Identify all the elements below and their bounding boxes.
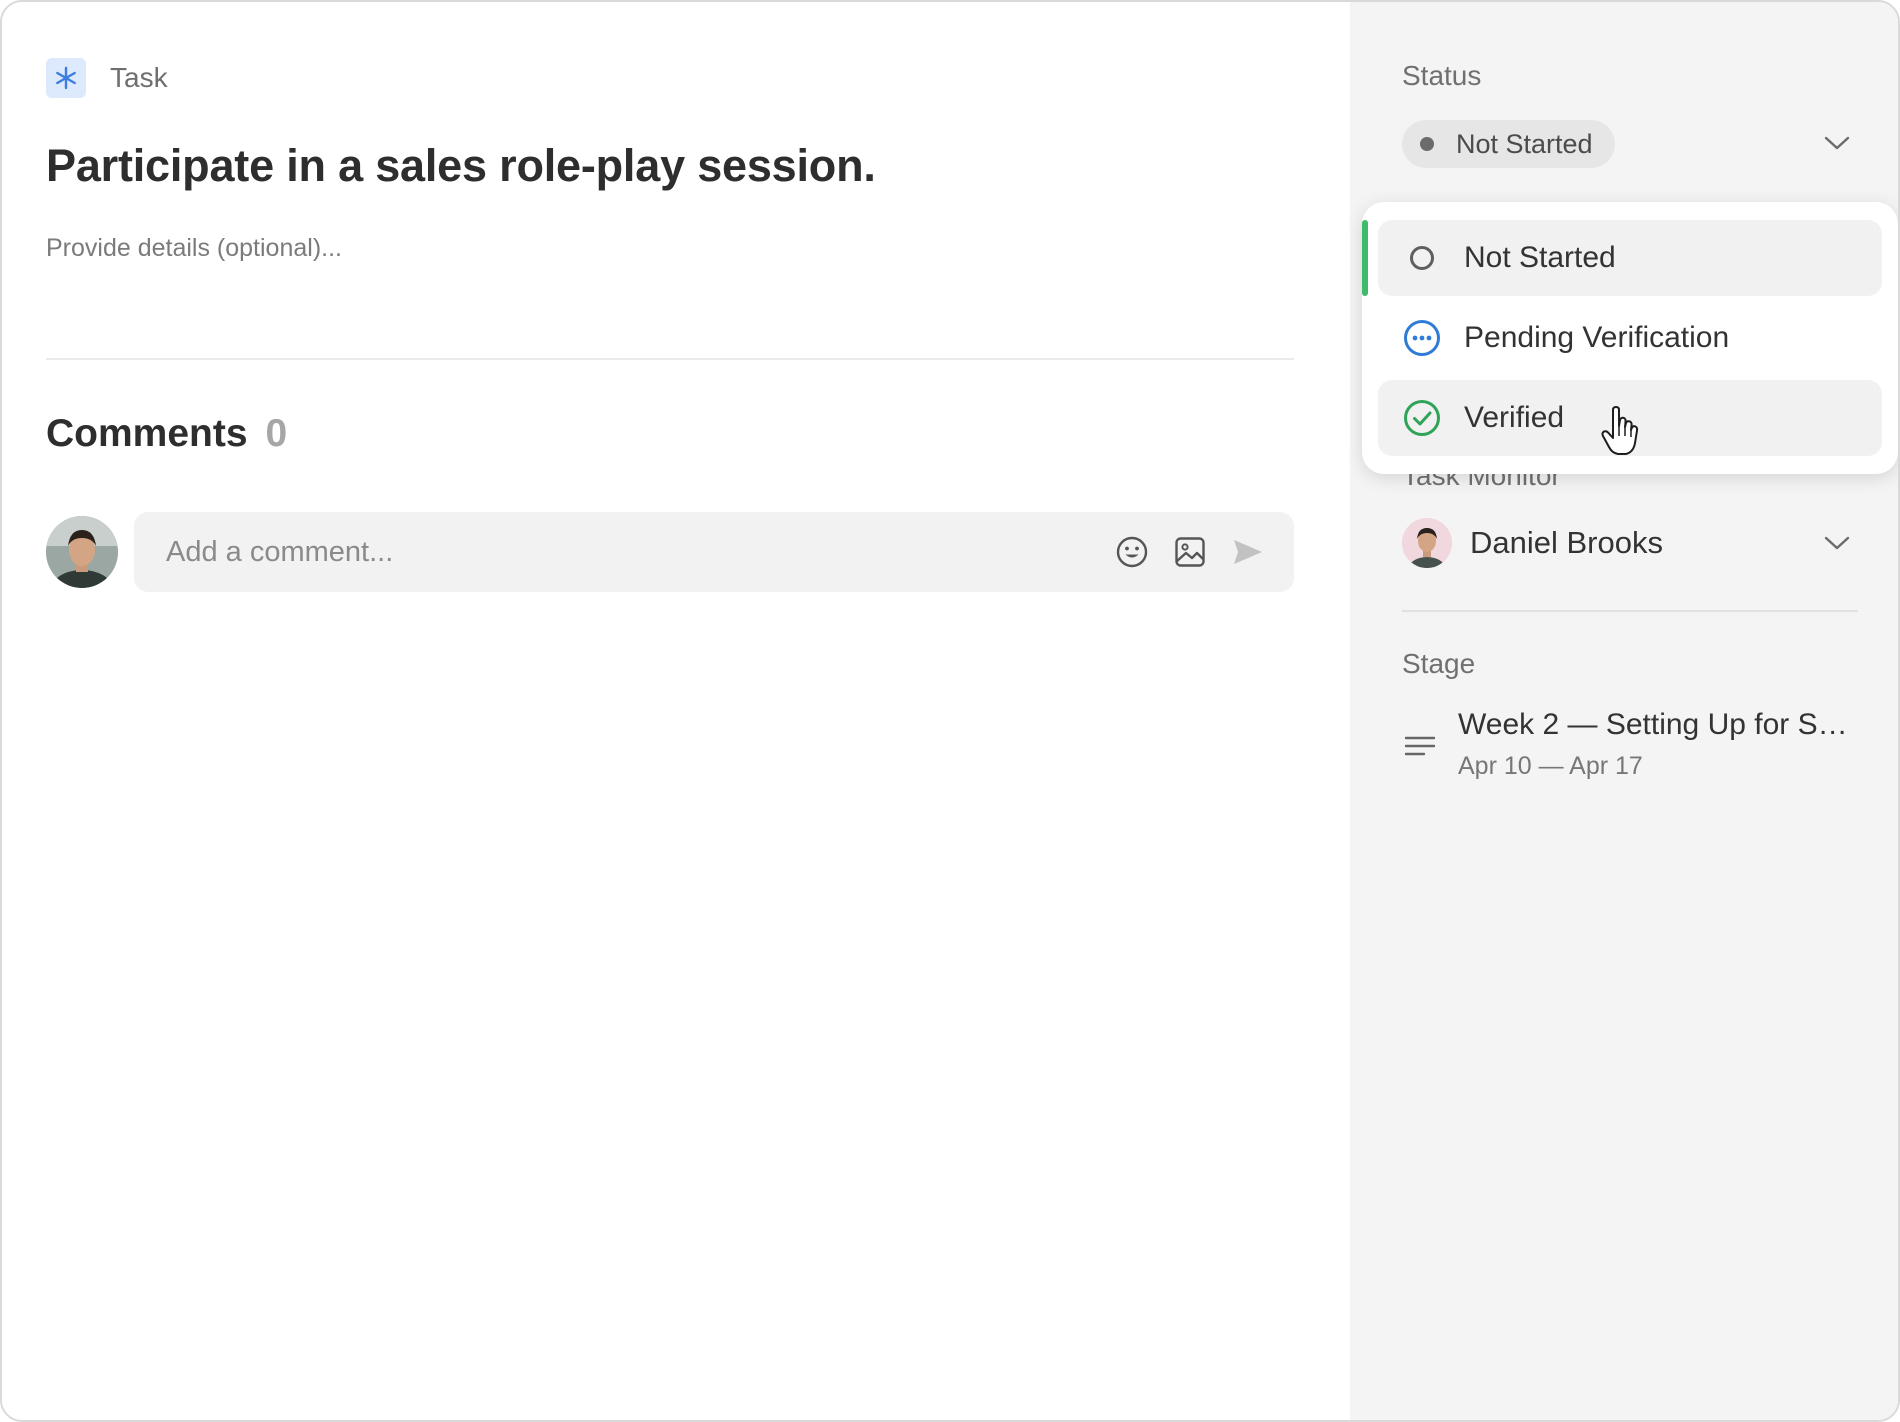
task-monitor-selector[interactable]: Daniel Brooks <box>1402 518 1663 568</box>
list-lines-icon <box>1402 728 1438 764</box>
task-main-panel: Task Participate in a sales role-play se… <box>2 2 1350 1420</box>
status-option-not-started[interactable]: Not Started <box>1378 220 1882 296</box>
monitor-avatar <box>1402 518 1452 568</box>
chevron-down-icon[interactable] <box>1822 528 1852 558</box>
task-type-label: Task <box>110 62 168 93</box>
status-option-pending-verification[interactable]: Pending Verification <box>1378 300 1882 376</box>
task-type-row: Task <box>46 58 168 98</box>
task-title[interactable]: Participate in a sales role-play session… <box>46 140 876 192</box>
status-option-label: Not Started <box>1464 241 1616 274</box>
status-option-label: Pending Verification <box>1464 321 1730 354</box>
status-dropdown: Not Started Pending Verification Verifie… <box>1362 202 1898 474</box>
task-details-field[interactable]: Provide details (optional)... <box>46 234 342 263</box>
section-divider <box>46 358 1294 360</box>
image-icon[interactable] <box>1170 532 1210 572</box>
status-value: Not Started <box>1456 128 1593 159</box>
selected-accent-bar <box>1362 220 1368 296</box>
comment-composer <box>134 512 1294 592</box>
comments-title: Comments <box>46 412 248 455</box>
current-user-avatar <box>46 516 118 588</box>
status-selector[interactable]: Not Started <box>1402 120 1615 168</box>
monitor-name: Daniel Brooks <box>1470 525 1663 560</box>
status-option-label: Verified <box>1464 401 1565 434</box>
task-detail-window: Task Participate in a sales role-play se… <box>0 0 1900 1422</box>
comment-input[interactable] <box>134 512 1112 592</box>
status-dot-icon <box>1420 137 1434 151</box>
send-icon[interactable] <box>1228 532 1268 572</box>
stage-dates: Apr 10 — Apr 17 <box>1458 752 1643 780</box>
pending-dots-icon <box>1402 318 1442 358</box>
sidebar-divider <box>1402 610 1858 612</box>
stage-label: Stage <box>1402 648 1476 679</box>
circle-outline-icon <box>1402 238 1442 278</box>
emoji-icon[interactable] <box>1112 532 1152 572</box>
status-label: Status <box>1402 60 1482 91</box>
comments-count: 0 <box>265 412 288 455</box>
stage-title: Week 2 — Setting Up for Sal... <box>1458 708 1853 741</box>
comments-header: Comments 0 <box>46 412 287 456</box>
stage-item[interactable]: Week 2 — Setting Up for Sal... Apr 10 — … <box>1402 708 1853 781</box>
status-option-verified[interactable]: Verified <box>1378 380 1882 456</box>
check-circle-icon <box>1402 398 1442 438</box>
chevron-down-icon[interactable] <box>1822 128 1852 158</box>
stage-text: Week 2 — Setting Up for Sal... Apr 10 — … <box>1458 708 1853 781</box>
asterisk-icon <box>46 58 86 98</box>
